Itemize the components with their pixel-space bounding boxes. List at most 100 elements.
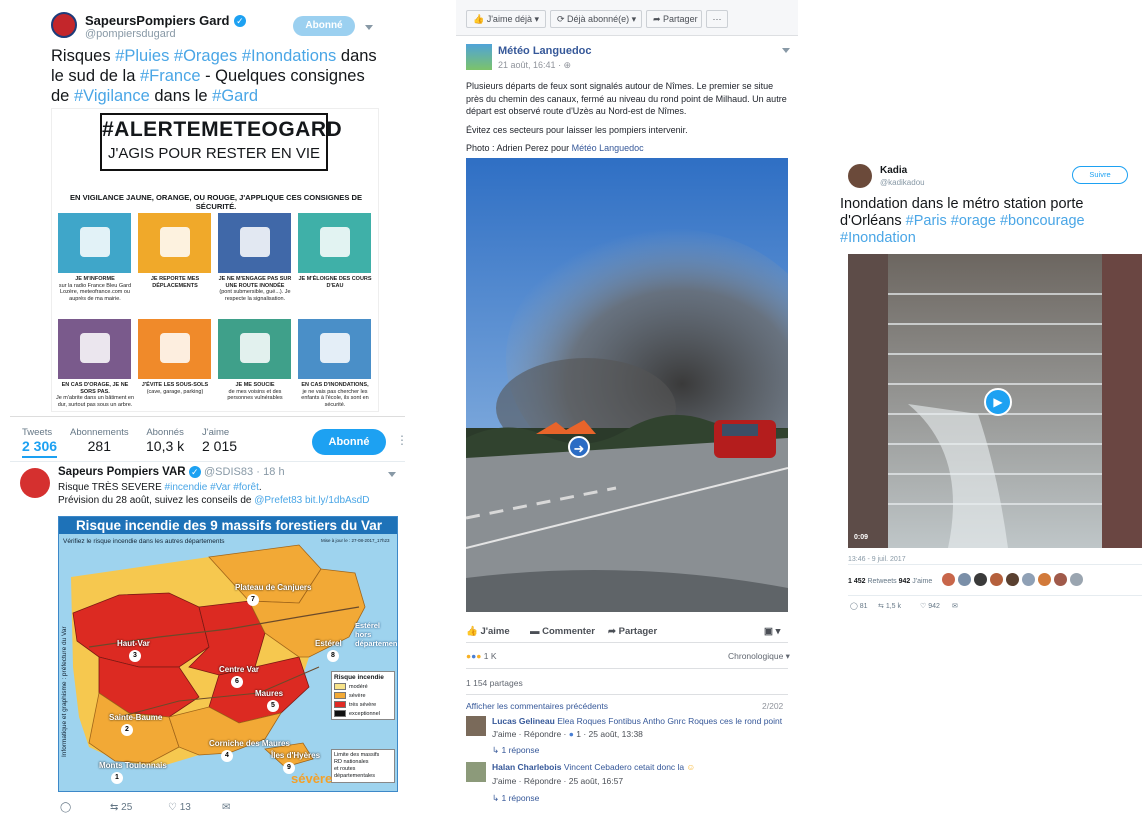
follow-page-button[interactable]: ⟳ Déjà abonné(e) ▾ [550, 10, 642, 28]
liker-avatar[interactable] [990, 573, 1003, 586]
chevron-down-icon[interactable] [365, 25, 373, 30]
hashtag-link[interactable]: #forêt [233, 482, 259, 493]
shares-count[interactable]: 1 154 partages [466, 678, 523, 688]
replies-link[interactable]: ↳ 1 réponse [492, 745, 539, 756]
hashtag-link[interactable]: #Vigilance [74, 87, 150, 105]
comment-meta[interactable]: J'aime · Répondre · 25 août, 16:57 [492, 776, 623, 786]
hashtag-link[interactable]: #Inondations [242, 47, 337, 65]
school-icon [320, 333, 350, 363]
liker-avatar[interactable] [1022, 573, 1035, 586]
chevron-down-icon[interactable] [388, 472, 396, 477]
play-icon[interactable]: ▶ [984, 388, 1012, 416]
chevron-down-icon[interactable] [782, 48, 790, 53]
comment-meta[interactable]: J'aime · Répondre · ● 1 · 25 août, 13:38 [492, 729, 643, 739]
poster-tile-label: JE REPORTE MES DÉPLACEMENTS [150, 276, 200, 289]
comment-author[interactable]: Lucas Gelineau [492, 716, 555, 726]
retweet-button[interactable]: ⇆ 25 [110, 802, 132, 813]
page-link[interactable]: Météo Languedoc [572, 143, 644, 153]
region-label: Monts Toulonnais [99, 761, 167, 770]
tweet-time[interactable]: 18 h [263, 466, 284, 478]
author-name[interactable]: Kadia [880, 165, 907, 176]
more-icon[interactable]: ⋮ [396, 433, 408, 447]
commenter-avatar[interactable] [466, 716, 486, 736]
liker-avatar[interactable] [1070, 573, 1083, 586]
hashtag-link[interactable]: #Gard [212, 87, 258, 105]
stat-tweets[interactable]: Tweets 2 306 [22, 427, 58, 458]
reply-icon[interactable]: ◯ [60, 802, 71, 813]
share-page-button[interactable]: ➦ Partager [646, 10, 702, 28]
video-duration: 0:09 [854, 534, 869, 541]
sort-dropdown[interactable]: Chronologique ▾ [728, 651, 790, 662]
author-name[interactable]: Sapeurs Pompiers VAR [58, 466, 186, 478]
replies-link[interactable]: ↳ 1 réponse [492, 793, 539, 804]
next-photo-arrow-icon[interactable]: ➜ [568, 436, 590, 458]
stat-likes[interactable]: J'aime 2 015 [202, 427, 237, 454]
stat-following[interactable]: Abonnements 281 [70, 427, 129, 454]
dm-icon[interactable]: ✉ [952, 602, 958, 610]
region-label: Maures [255, 689, 284, 698]
hashtag-link[interactable]: #incendie [165, 482, 208, 493]
legend-swatch [334, 701, 346, 708]
avatar[interactable] [51, 12, 77, 38]
verified-icon: ✓ [233, 14, 246, 27]
retweet-button[interactable]: ⇆ 1,5 k [878, 602, 901, 610]
author-handle[interactable]: @SDIS83 [204, 466, 253, 478]
post-photo[interactable]: ➜ [466, 158, 788, 612]
comment-button[interactable]: ▬ Commenter [530, 626, 595, 637]
hashtag-link[interactable]: #boncourage [1000, 213, 1085, 229]
map-legend: Risque incendie modéré sévère très sévère e… [331, 671, 395, 720]
avatar[interactable] [848, 164, 872, 188]
hashtag-link[interactable]: #France [140, 67, 201, 85]
author-handle[interactable]: @kadikadou [880, 178, 925, 187]
hashtag-link[interactable]: #orage [951, 213, 996, 229]
legend-swatch [334, 710, 346, 717]
region-label: Estérel [315, 639, 342, 648]
liker-avatar[interactable] [942, 573, 955, 586]
follow-button[interactable]: Abonné [312, 429, 386, 455]
like-button[interactable]: 👍 J'aime [466, 626, 510, 637]
liker-avatar[interactable] [1006, 573, 1019, 586]
page-avatar[interactable] [466, 44, 492, 70]
url-link[interactable]: bit.ly/1dbAsdD [305, 495, 369, 506]
dm-icon[interactable]: ✉ [222, 802, 230, 813]
share-button[interactable]: ➦ Partager [608, 626, 657, 637]
reactions-count[interactable]: ●●● 1 K [466, 651, 497, 661]
tweet-date[interactable]: 13:46 - 9 juil. 2017 [848, 556, 906, 563]
tweet-image[interactable]: #ALERTEMETEOGARD J'AGIS POUR RESTER EN V… [51, 108, 379, 412]
fire-risk-map[interactable]: Risque incendie des 9 massifs forestiers… [58, 516, 398, 792]
comment-author[interactable]: Halan Charlebois [492, 762, 561, 772]
stat-followers[interactable]: Abonnés 10,3 k [146, 427, 184, 454]
commenter-avatar[interactable] [466, 762, 486, 782]
likers-avatars[interactable] [942, 573, 1102, 587]
previous-comments-link[interactable]: Afficher les commentaires précédents [466, 701, 608, 711]
reply-button[interactable]: ◯ 81 [850, 602, 868, 610]
liker-avatar[interactable] [1054, 573, 1067, 586]
more-button[interactable]: ··· [706, 10, 728, 28]
hashtag-link[interactable]: #Orages [174, 47, 237, 65]
liker-avatar[interactable] [1038, 573, 1051, 586]
author-handle[interactable]: @pompiersdugard [85, 28, 176, 40]
mention-link[interactable]: @Prefet83 [254, 495, 302, 506]
liker-avatar[interactable] [974, 573, 987, 586]
like-page-button[interactable]: 👍 J'aime déjà ▾ [466, 10, 546, 28]
tweet-var: Sapeurs Pompiers VAR ✓ @SDIS83 · 18 h Ri… [10, 461, 405, 819]
follow-button[interactable]: Suivre [1072, 166, 1128, 184]
page-name[interactable]: Météo Languedoc [498, 45, 592, 57]
liker-avatar[interactable] [958, 573, 971, 586]
region-number: 5 [267, 700, 279, 712]
tweet-video[interactable]: ▶ 0:09 [848, 254, 1142, 548]
fire-photo [466, 158, 788, 612]
hashtag-link[interactable]: #Paris [906, 213, 947, 229]
follow-button[interactable]: Abonné [293, 16, 355, 36]
hashtag-link[interactable]: #Inondation [840, 230, 916, 246]
poster-headline: #ALERTEMETEOGARD [102, 118, 343, 141]
like-button[interactable]: ♡ 942 [920, 602, 940, 610]
hashtag-link[interactable]: #Pluies [115, 47, 169, 65]
like-button[interactable]: ♡ 13 [168, 802, 191, 813]
radio-icon [80, 227, 110, 257]
post-time[interactable]: 21 août, 16:41 · ⊕ [498, 60, 571, 71]
avatar[interactable] [20, 468, 50, 498]
profile-select-icon[interactable]: ▣ ▾ [764, 626, 780, 637]
author-name[interactable]: SapeursPompiers Gard [85, 13, 230, 28]
hashtag-link[interactable]: #Var [210, 482, 230, 493]
